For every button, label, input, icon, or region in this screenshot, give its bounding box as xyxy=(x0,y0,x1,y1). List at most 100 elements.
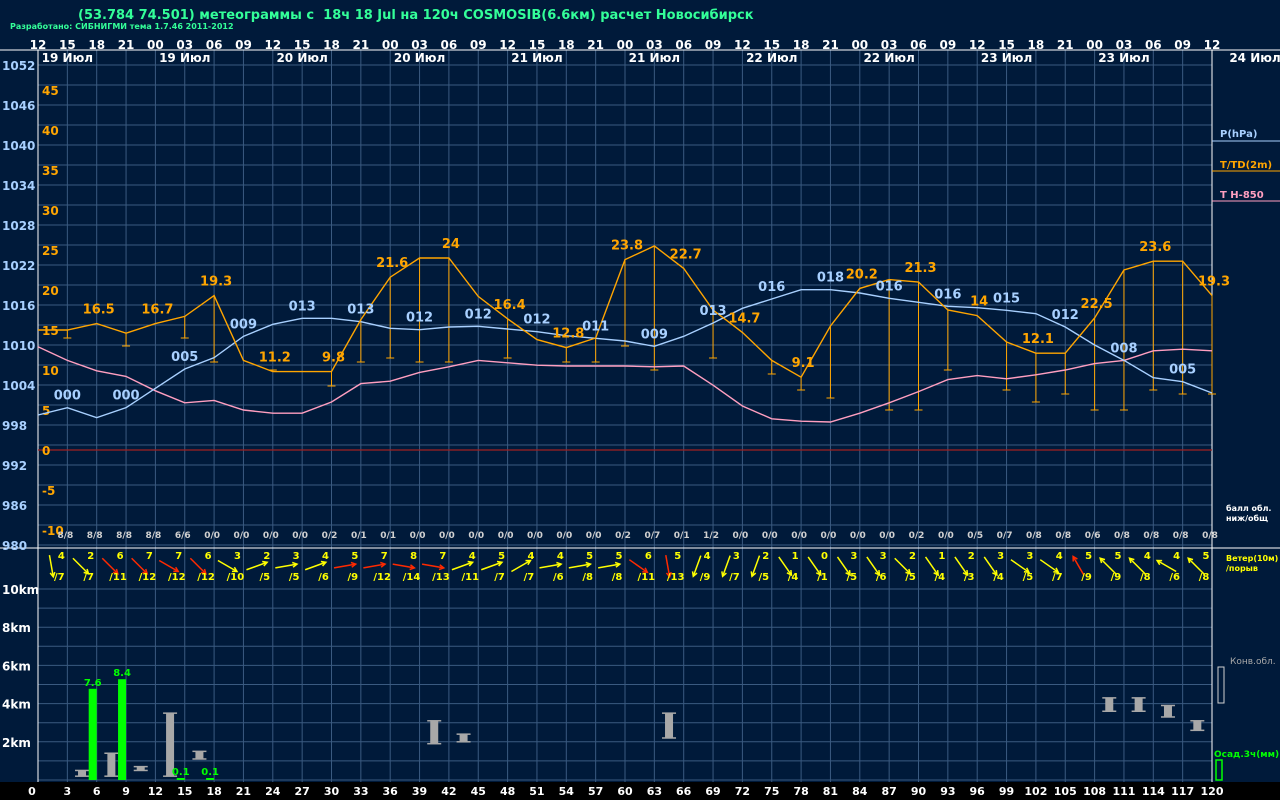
cloud-cover-value: 0/0 xyxy=(439,531,455,541)
forecast-hour-tick: 15 xyxy=(177,785,192,798)
cloud-cover-value: 0/8 xyxy=(1026,531,1042,541)
forecast-hour-tick: 12 xyxy=(148,785,163,798)
forecast-hour-tick: 99 xyxy=(999,785,1014,798)
wind-gust-label: /6 xyxy=(1169,572,1180,583)
convective-cloud-bar xyxy=(1134,697,1143,712)
wind-speed-label: 5 xyxy=(616,551,623,562)
wind-speed-label: 3 xyxy=(234,551,241,562)
hour-tick-label: 09 xyxy=(235,38,252,52)
wind-gust-label: /8 xyxy=(612,572,623,583)
pressure-axis-tick: 1052 xyxy=(2,59,35,73)
pressure-value-label: 016 xyxy=(758,280,785,295)
hour-tick-label: 15 xyxy=(763,38,780,52)
temperature-axis-tick: -5 xyxy=(42,484,55,498)
cloud-cover-value: 0/0 xyxy=(292,531,308,541)
wind-speed-label: 4 xyxy=(322,551,329,562)
wind-gust-label: /4 xyxy=(788,572,799,583)
temperature-value-label: 9.8 xyxy=(322,351,345,366)
wind-gust-label: /6 xyxy=(876,572,887,583)
wind-speed-label: 5 xyxy=(586,551,593,562)
legend-temperature: T/TD(2m) xyxy=(1220,160,1272,171)
wind-speed-label: 3 xyxy=(880,551,887,562)
hour-tick-label: 12 xyxy=(969,38,986,52)
wind-gust-label: /11 xyxy=(461,572,479,583)
forecast-hour-tick: 102 xyxy=(1024,785,1047,798)
legend-cloud-cover: ниж/общ xyxy=(1226,513,1268,523)
wind-speed-label: 4 xyxy=(1056,551,1063,562)
pressure-axis-tick: 1040 xyxy=(2,139,35,153)
forecast-hour-tick: 18 xyxy=(206,785,221,798)
wind-speed-label: 4 xyxy=(469,551,476,562)
wind-speed-label: 5 xyxy=(1085,551,1092,562)
legend-wind: /порыв xyxy=(1226,564,1258,573)
date-label: 20 Июл xyxy=(394,51,445,65)
convective-cloud-bar xyxy=(107,753,116,777)
wind-gust-label: /6 xyxy=(318,572,329,583)
wind-gust-label: /9 xyxy=(700,572,711,583)
wind-speed-label: 3 xyxy=(997,551,1004,562)
wind-speed-label: 4 xyxy=(704,551,711,562)
wind-speed-label: 8 xyxy=(410,551,417,562)
convective-cloud-bar xyxy=(195,751,204,759)
wind-gust-label: /8 xyxy=(582,572,593,583)
wind-speed-label: 5 xyxy=(674,551,681,562)
wind-gust-label: /8 xyxy=(1199,572,1210,583)
forecast-hour-tick: 21 xyxy=(236,785,251,798)
wind-gust-label: /12 xyxy=(139,572,157,583)
hour-tick-label: 12 xyxy=(30,38,47,52)
forecast-hour-tick: 84 xyxy=(852,785,868,798)
pressure-value-label: 012 xyxy=(406,311,433,326)
temperature-axis-tick: 40 xyxy=(42,124,59,138)
hour-tick-label: 06 xyxy=(206,38,223,52)
legend-precipitation: Осад.3ч(мм) xyxy=(1214,750,1279,760)
date-label: 21 Июл xyxy=(511,51,562,65)
cloud-cover-value: 0/2 xyxy=(909,531,925,541)
wind-gust-label: /14 xyxy=(403,572,421,583)
wind-speed-label: 4 xyxy=(58,551,65,562)
convective-cloud-bar xyxy=(78,770,87,777)
hour-tick-label: 21 xyxy=(118,38,135,52)
temperature-value-label: 9.1 xyxy=(792,356,815,371)
legend-cloud-cover: балл обл. xyxy=(1226,503,1271,513)
pressure-value-label: 009 xyxy=(230,317,257,332)
pressure-value-label: 018 xyxy=(817,271,844,286)
temperature-axis-tick: 45 xyxy=(42,84,59,98)
forecast-hour-tick: 27 xyxy=(294,785,309,798)
pressure-value-label: 012 xyxy=(1052,308,1079,323)
legend-wind: Ветер(10м) xyxy=(1226,554,1278,563)
pressure-axis-tick: 1034 xyxy=(2,179,35,193)
pressure-value-label: 015 xyxy=(993,291,1020,306)
temperature-value-label: 22.5 xyxy=(1081,297,1113,312)
hour-tick-label: 03 xyxy=(176,38,193,52)
temperature-value-label: 11.2 xyxy=(259,351,291,366)
hour-tick-label: 15 xyxy=(294,38,311,52)
hour-tick-label: 06 xyxy=(910,38,927,52)
pressure-value-label: 013 xyxy=(347,303,374,318)
pressure-axis-tick: 992 xyxy=(2,459,27,473)
temperature-axis-tick: 15 xyxy=(42,324,59,338)
cloud-cover-value: 0/0 xyxy=(234,531,250,541)
wind-gust-label: /7 xyxy=(494,572,505,583)
cloud-cover-value: 8/8 xyxy=(116,531,132,541)
cloud-cover-value: 0/7 xyxy=(997,531,1013,541)
pressure-value-label: 000 xyxy=(54,389,81,404)
pressure-value-label: 012 xyxy=(523,313,550,328)
date-label: 21 Июл xyxy=(629,51,680,65)
legend-precipitation-bar xyxy=(1215,759,1223,781)
wind-speed-label: 7 xyxy=(439,551,446,562)
forecast-hour-tick: 120 xyxy=(1201,785,1224,798)
hour-tick-label: 09 xyxy=(1174,38,1191,52)
temperature-value-label: 20.2 xyxy=(846,267,878,282)
hour-tick-label: 03 xyxy=(646,38,663,52)
temperature-value-label: 12.1 xyxy=(1022,332,1054,347)
wind-gust-label: /9 xyxy=(1081,572,1092,583)
cloud-cover-value: 0/0 xyxy=(732,531,748,541)
cloud-cover-value: 0/8 xyxy=(1202,531,1218,541)
wind-gust-label: /5 xyxy=(289,572,300,583)
forecast-hour-tick: 69 xyxy=(705,785,720,798)
wind-gust-label: /11 xyxy=(638,572,656,583)
wind-gust-label: /9 xyxy=(348,572,359,583)
temperature-value-label: 22.7 xyxy=(670,247,702,262)
cloud-cover-value: 0/0 xyxy=(879,531,895,541)
temperature-value-label: 14 xyxy=(970,295,988,310)
